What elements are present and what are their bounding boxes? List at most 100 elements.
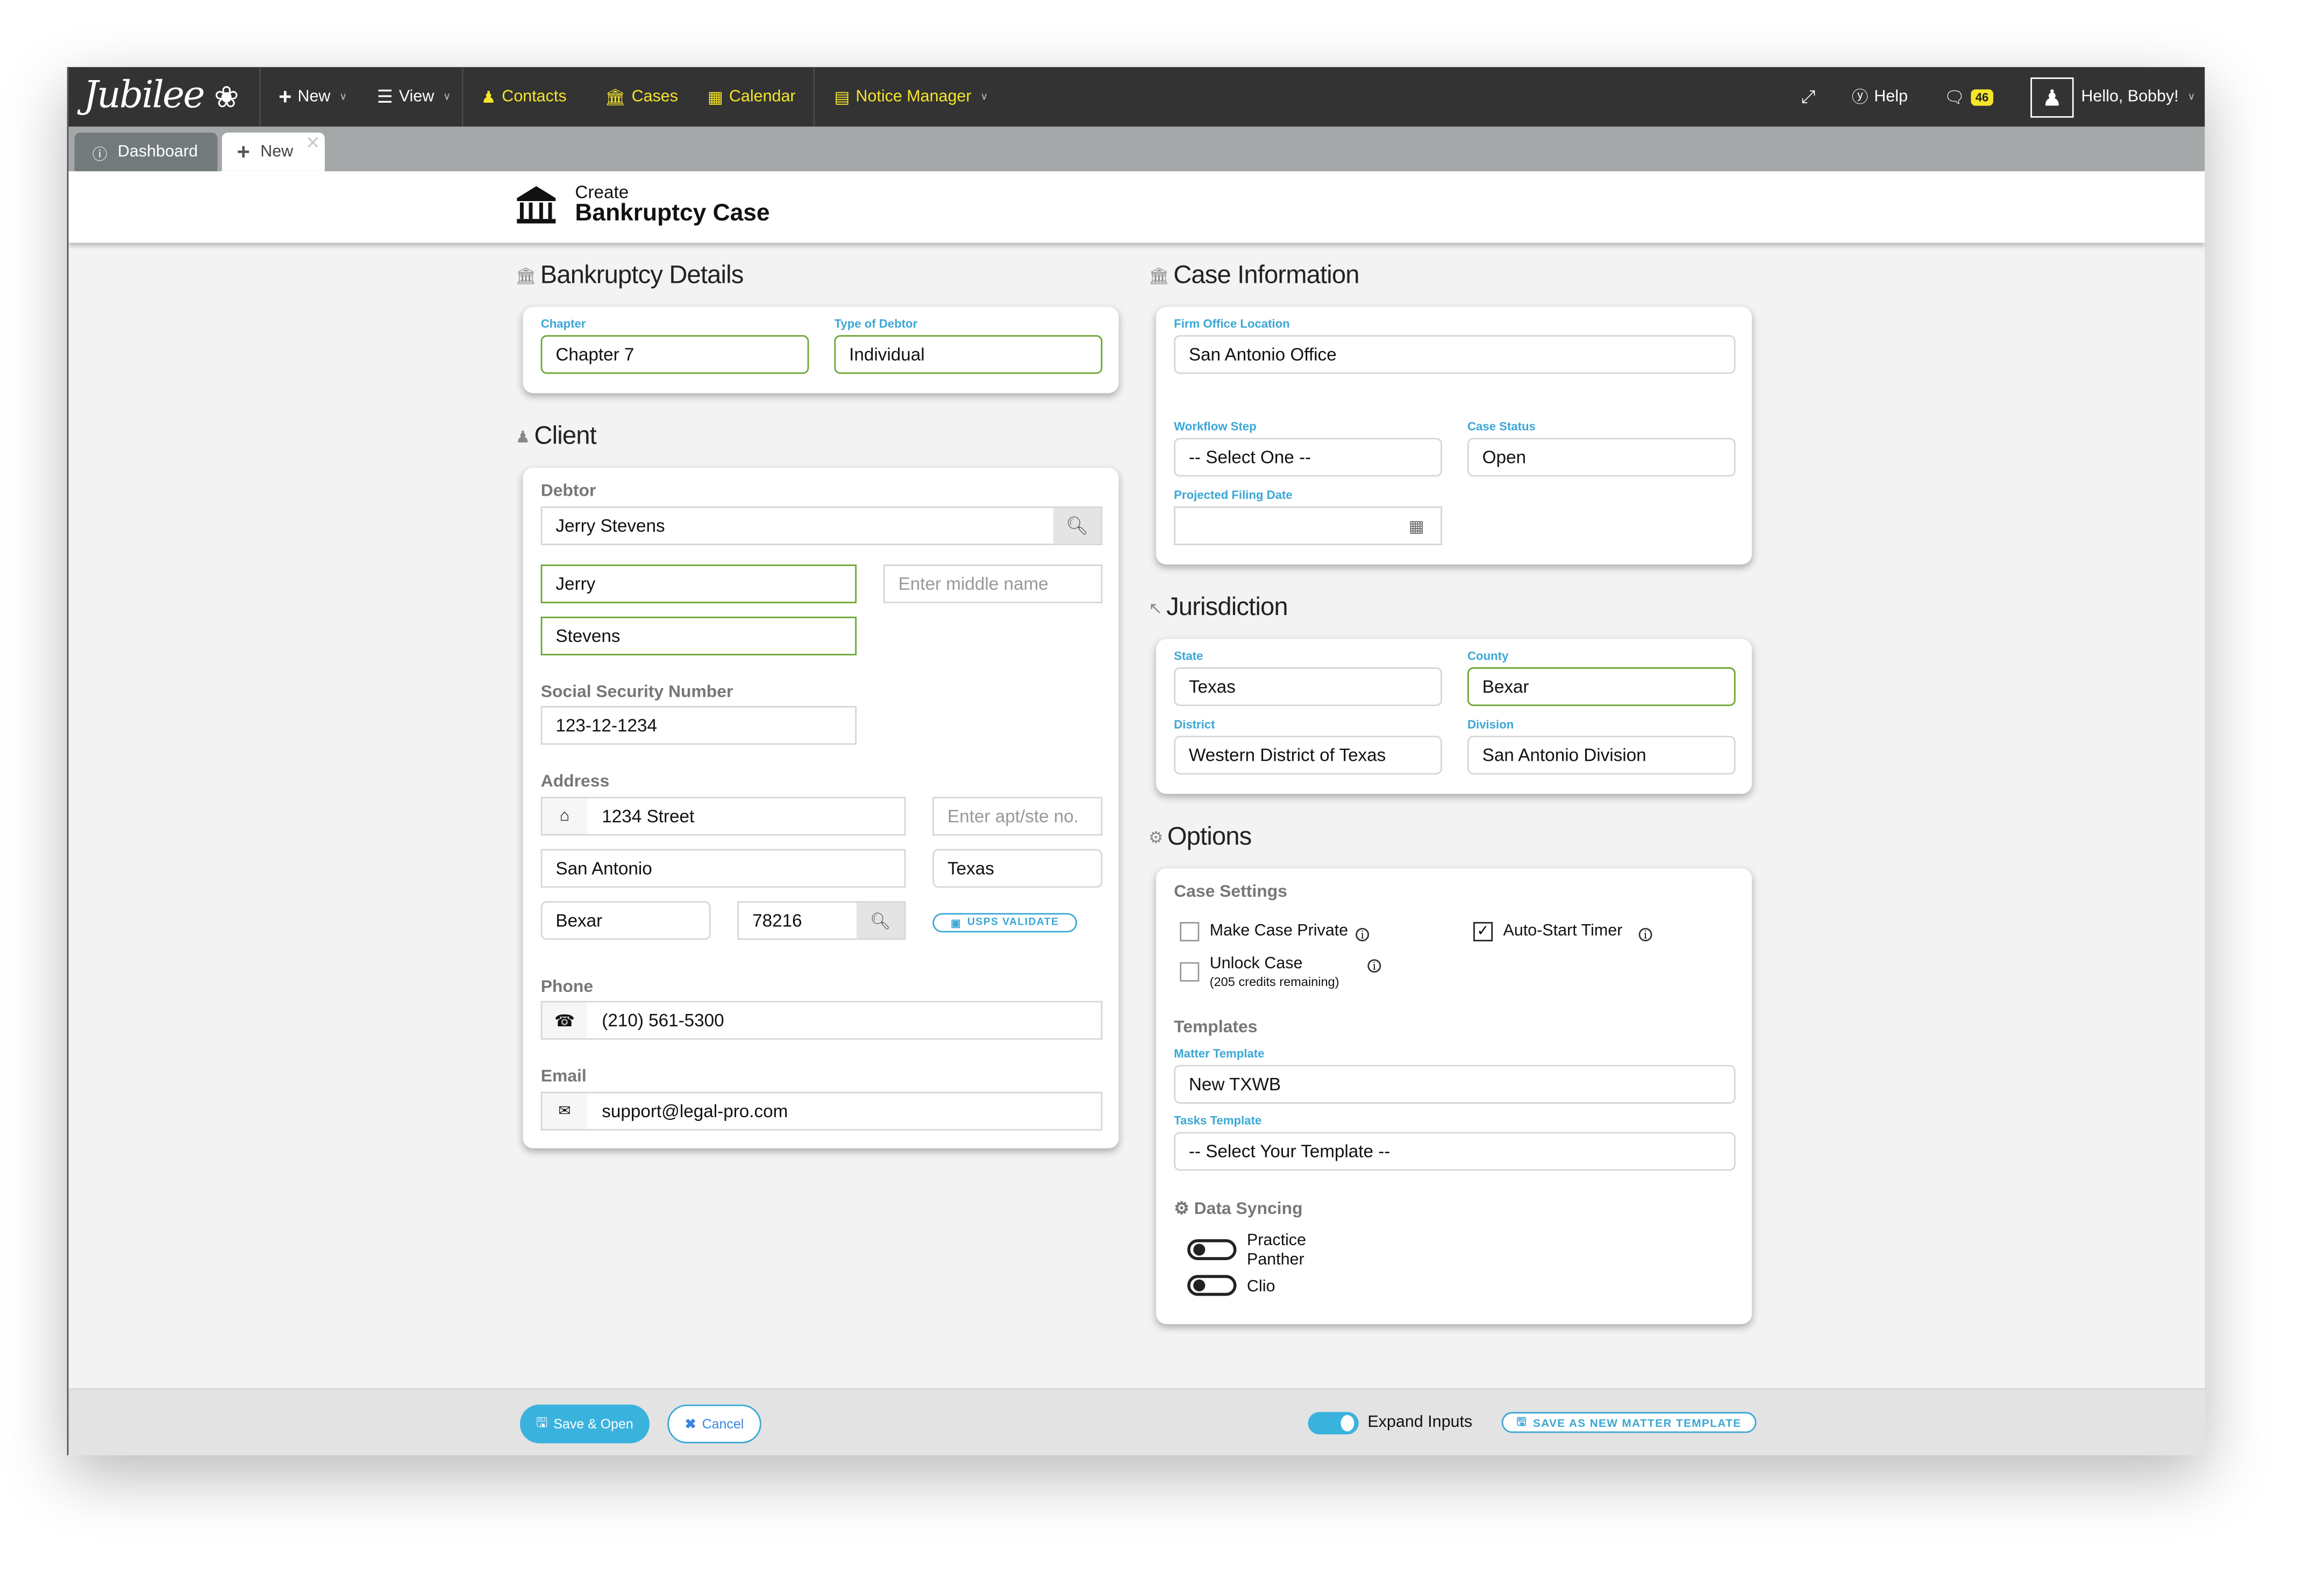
toggle-knob bbox=[1341, 1414, 1355, 1432]
zip-input[interactable]: 78216 🔍︎ bbox=[737, 901, 906, 940]
nav-view-label: View bbox=[398, 88, 434, 106]
tab-new[interactable]: + New ✕ bbox=[222, 132, 325, 172]
info-icon[interactable]: i bbox=[1638, 928, 1652, 941]
workflow-select[interactable]: -- Select One -- bbox=[1174, 438, 1442, 477]
save-as-matter-template-button[interactable]: 🖫︎ SAVE AS NEW MATTER TEMPLATE bbox=[1501, 1412, 1757, 1433]
courthouse-icon bbox=[517, 186, 556, 224]
messages-button[interactable]: 🗨︎ 46 bbox=[1944, 67, 1993, 127]
client-card: Debtor Jerry Stevens 🔍︎ Jerry Enter midd… bbox=[523, 467, 1119, 1149]
section-title-text: Options bbox=[1167, 822, 1252, 851]
cancel-label: Cancel bbox=[702, 1416, 744, 1432]
chat-bubbles-icon: 🗨︎ bbox=[1944, 88, 1965, 107]
first-name-input[interactable]: Jerry bbox=[540, 565, 857, 604]
calendar-icon[interactable]: ▦ bbox=[1409, 517, 1424, 536]
jurisdiction-card: State Texas County Bexar District Wester… bbox=[1156, 639, 1752, 794]
nav-view-menu[interactable]: ☰ View ∨ bbox=[377, 67, 451, 127]
info-icon[interactable]: i bbox=[1367, 959, 1381, 973]
tab-new-label: New bbox=[260, 142, 294, 161]
debtor-type-select[interactable]: Individual bbox=[834, 335, 1103, 374]
case-settings-label: Case Settings bbox=[1174, 883, 1287, 902]
usps-validate-button[interactable]: ▣ USPS VALIDATE bbox=[932, 913, 1078, 933]
county-value: Bexar bbox=[1482, 676, 1529, 697]
apt-input[interactable]: Enter apt/ste no. bbox=[932, 797, 1103, 836]
nav-contacts[interactable]: ♟ Contacts bbox=[481, 67, 567, 127]
calendar-icon: ▦ bbox=[707, 88, 723, 107]
info-icon[interactable]: i bbox=[1356, 928, 1370, 941]
checkmark-icon: ✓ bbox=[1477, 923, 1489, 940]
chevron-down-icon: ∨ bbox=[339, 92, 347, 103]
toggle-knob bbox=[1193, 1279, 1206, 1292]
help-label: Help bbox=[1874, 88, 1908, 106]
chapter-value: Chapter 7 bbox=[555, 344, 635, 365]
courthouse-icon: 🏛︎ bbox=[515, 267, 537, 285]
clio-label: Clio bbox=[1246, 1278, 1275, 1296]
user-menu[interactable]: Hello, Bobby! ∨ bbox=[2081, 67, 2195, 127]
ssn-input[interactable]: 123-12-1234 bbox=[540, 706, 857, 745]
unlock-case-checkbox[interactable] bbox=[1180, 962, 1200, 982]
status-select[interactable]: Open bbox=[1467, 438, 1736, 477]
section-title-options: ⚙ Options bbox=[1149, 822, 1252, 852]
gavel-icon: ↖ bbox=[1149, 599, 1163, 618]
section-title-client: ♟ Client bbox=[516, 421, 597, 451]
state-select[interactable]: Texas bbox=[1174, 667, 1442, 706]
practice-panther-label: Practice Panther bbox=[1247, 1232, 1306, 1270]
matter-template-select[interactable]: New TXWB bbox=[1174, 1064, 1736, 1104]
address-state-select[interactable]: Texas bbox=[932, 849, 1103, 888]
top-navbar: Jubilee ❀ + New ∨ ☰ View ∨ ♟ Contacts 🏛︎… bbox=[68, 67, 2205, 127]
office-select[interactable]: San Antonio Office bbox=[1174, 335, 1736, 374]
make-private-checkbox[interactable] bbox=[1180, 921, 1200, 941]
middle-name-input[interactable]: Enter middle name bbox=[883, 565, 1103, 604]
help-button[interactable]: ⓨ Help bbox=[1852, 67, 1908, 127]
help-circle-icon: ⓨ bbox=[1851, 89, 1869, 108]
street-input[interactable]: ⌂ 1234 Street bbox=[540, 797, 906, 836]
workflow-value: -- Select One -- bbox=[1188, 447, 1311, 468]
nav-divider bbox=[813, 67, 815, 127]
tasks-template-select[interactable]: -- Select Your Template -- bbox=[1174, 1132, 1736, 1171]
section-title-text: Jurisdiction bbox=[1166, 592, 1288, 621]
debtor-search-button[interactable]: 🔍︎ bbox=[1053, 508, 1101, 544]
nav-cases[interactable]: 🏛︎ Cases bbox=[605, 67, 678, 127]
city-input[interactable]: San Antonio bbox=[540, 849, 906, 888]
division-select[interactable]: San Antonio Division bbox=[1467, 735, 1736, 775]
jubilee-logo[interactable]: Jubilee ❀ bbox=[83, 73, 239, 116]
fullscreen-button[interactable]: ⤢ bbox=[1801, 67, 1816, 127]
clio-toggle[interactable] bbox=[1187, 1275, 1237, 1296]
section-title-jurisdiction: ↖ Jurisdiction bbox=[1149, 593, 1288, 623]
close-icon[interactable]: ✕ bbox=[305, 133, 320, 154]
address-county-select[interactable]: Bexar bbox=[540, 901, 711, 940]
last-name-input[interactable]: Stevens bbox=[540, 616, 857, 656]
district-select[interactable]: Western District of Texas bbox=[1174, 735, 1442, 775]
workflow-label: Workflow Step bbox=[1174, 420, 1257, 434]
street-value: 1234 Street bbox=[602, 805, 695, 827]
nav-notice-manager[interactable]: ▤ Notice Manager ∨ bbox=[834, 67, 988, 127]
nav-new-menu[interactable]: + New ∨ bbox=[279, 67, 347, 127]
auto-start-timer-checkbox[interactable]: ✓ bbox=[1473, 921, 1493, 941]
phone-input[interactable]: ☎ (210) 561-5300 bbox=[540, 1001, 1103, 1040]
cancel-button[interactable]: ✖ Cancel bbox=[667, 1404, 761, 1444]
toggle-knob bbox=[1193, 1244, 1206, 1256]
address-label: Address bbox=[540, 773, 610, 791]
nav-calendar-label: Calendar bbox=[729, 88, 796, 106]
save-open-button[interactable]: 🖫︎ Save & Open bbox=[519, 1404, 650, 1444]
office-label: Firm Office Location bbox=[1174, 317, 1290, 331]
email-input[interactable]: ✉ support@legal-pro.com bbox=[540, 1091, 1103, 1131]
nav-calendar[interactable]: ▦ Calendar bbox=[708, 67, 796, 127]
expand-inputs-toggle[interactable] bbox=[1308, 1412, 1359, 1434]
options-card: Case Settings Make Case Private i ✓ Auto… bbox=[1156, 868, 1752, 1324]
save-as-matter-template-label: SAVE AS NEW MATTER TEMPLATE bbox=[1532, 1416, 1742, 1430]
practice-panther-toggle[interactable] bbox=[1187, 1239, 1237, 1260]
division-value: San Antonio Division bbox=[1482, 745, 1646, 766]
tab-dashboard[interactable]: ⓘ Dashboard bbox=[74, 132, 218, 172]
zip-search-button[interactable]: 🔍︎ bbox=[857, 902, 904, 939]
chapter-select[interactable]: Chapter 7 bbox=[540, 335, 809, 374]
debtor-search-input[interactable]: Jerry Stevens 🔍︎ bbox=[540, 506, 1103, 546]
debtor-search-value: Jerry Stevens bbox=[555, 515, 665, 537]
filing-date-input[interactable]: ▦ bbox=[1174, 506, 1442, 546]
section-title-text: Client bbox=[534, 421, 596, 450]
avatar[interactable]: ♟ bbox=[2030, 77, 2074, 118]
county-select[interactable]: Bexar bbox=[1467, 667, 1736, 706]
tasks-template-label: Tasks Template bbox=[1174, 1114, 1262, 1128]
tasks-template-value: -- Select Your Template -- bbox=[1188, 1141, 1391, 1162]
tab-bar: ⓘ Dashboard + New ✕ bbox=[68, 126, 2205, 172]
ssn-label: Social Security Number bbox=[540, 683, 733, 702]
